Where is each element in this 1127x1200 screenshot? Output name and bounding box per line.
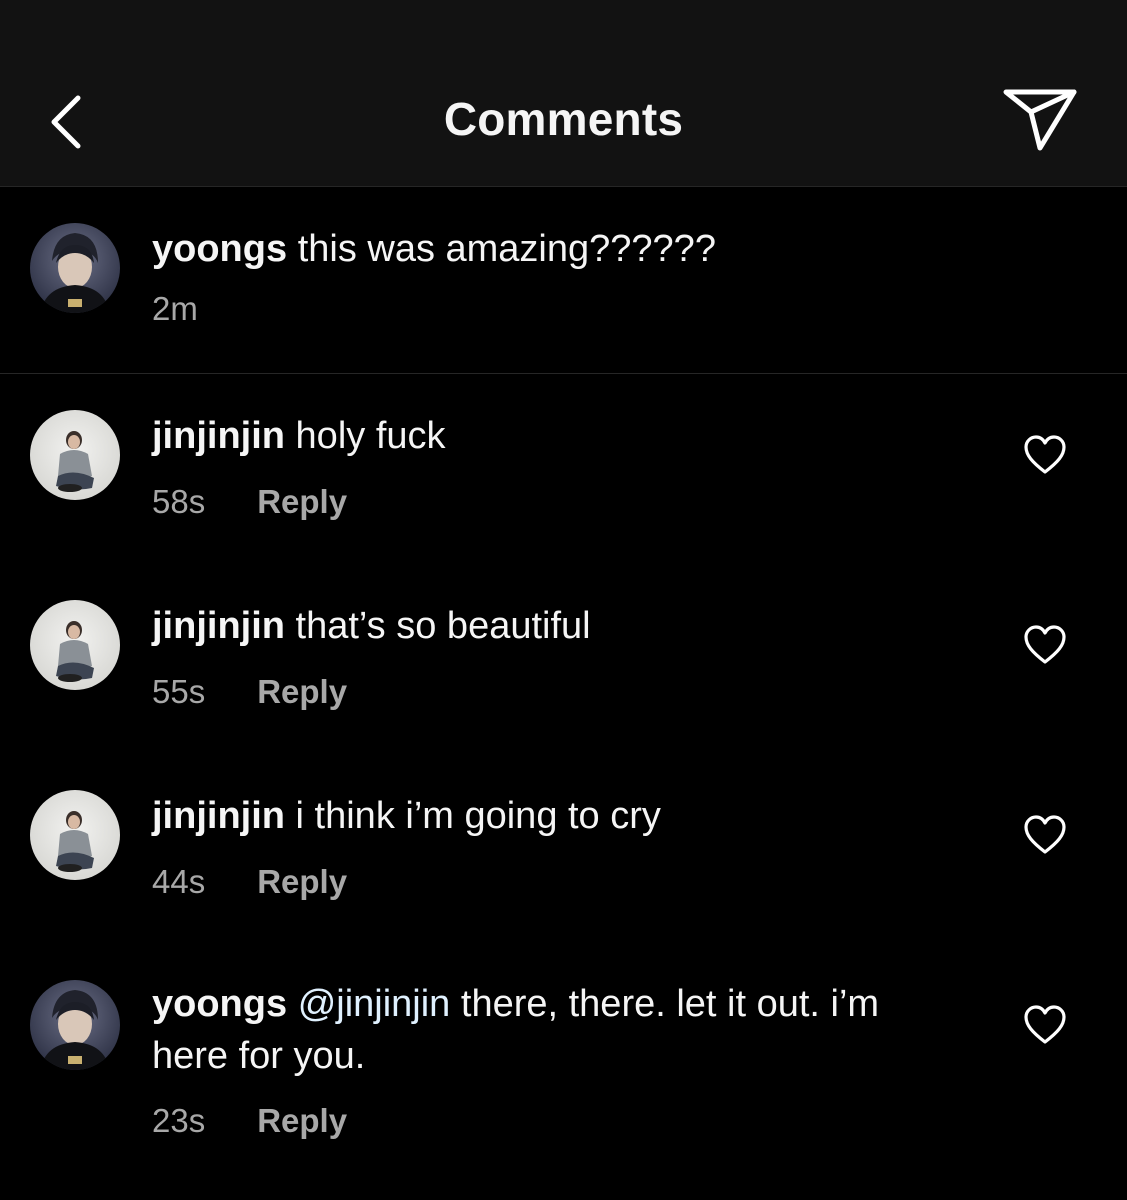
timestamp: 23s [152, 1102, 206, 1139]
username[interactable]: jinjinjin [152, 415, 285, 457]
reply-button[interactable]: Reply [257, 483, 347, 520]
timestamp: 44s [152, 863, 206, 900]
heart-outline-icon [1024, 1005, 1066, 1044]
avatar[interactable] [30, 223, 120, 313]
username[interactable]: yoongs [152, 228, 287, 270]
comment-text: jinjinjin i think i’m going to cry [152, 790, 992, 842]
like-button[interactable] [1022, 624, 1068, 666]
username[interactable]: yoongs [152, 983, 287, 1025]
share-button[interactable] [1000, 84, 1080, 154]
top-bar: Comments [0, 0, 1127, 187]
comment-body: that’s so beautiful [295, 605, 591, 647]
timestamp: 55s [152, 673, 206, 710]
comment-item: jinjinjin that’s so beautiful 55s Reply [0, 564, 1127, 754]
timestamp: 2m [152, 290, 198, 327]
comment-meta: 2m [152, 290, 198, 328]
username[interactable]: jinjinjin [152, 795, 285, 837]
comment-body: holy fuck [295, 415, 446, 457]
reply-button[interactable]: Reply [257, 1102, 347, 1139]
heart-outline-icon [1024, 625, 1066, 664]
comment-meta: 58s Reply [152, 483, 347, 521]
mention-link[interactable]: @jinjinjin [298, 983, 451, 1025]
comment-item: jinjinjin i think i’m going to cry 44s Re… [0, 754, 1127, 944]
like-button[interactable] [1022, 814, 1068, 856]
avatar[interactable] [30, 790, 120, 880]
caption-text: yoongs this was amazing?????? [152, 223, 992, 275]
comment-text: jinjinjin that’s so beautiful [152, 600, 992, 652]
reply-button[interactable]: Reply [257, 863, 347, 900]
comment-meta: 44s Reply [152, 863, 347, 901]
caption: yoongs this was amazing?????? 2m [0, 187, 1127, 374]
page-title: Comments [443, 93, 684, 145]
avatar[interactable] [30, 600, 120, 690]
heart-outline-icon [1024, 435, 1066, 474]
like-button[interactable] [1022, 434, 1068, 476]
reply-button[interactable]: Reply [257, 673, 347, 710]
like-button[interactable] [1022, 1004, 1068, 1046]
avatar[interactable] [30, 410, 120, 500]
comment-item: yoongs @jinjinjin there, there. let it o… [0, 944, 1127, 1200]
heart-outline-icon [1024, 815, 1066, 854]
comment-text: yoongs @jinjinjin there, there. let it o… [152, 978, 932, 1082]
comment-item: jinjinjin holy fuck 58s Reply [0, 374, 1127, 564]
comment-meta: 55s Reply [152, 673, 347, 711]
avatar[interactable] [30, 980, 120, 1070]
username[interactable]: jinjinjin [152, 605, 285, 647]
paper-plane-icon [1003, 89, 1077, 151]
timestamp: 58s [152, 483, 206, 520]
comment-body: i think i’m going to cry [295, 795, 661, 837]
comment-text: jinjinjin holy fuck [152, 410, 992, 462]
comment-meta: 23s Reply [152, 1102, 347, 1140]
comment-body: this was amazing?????? [297, 228, 716, 270]
